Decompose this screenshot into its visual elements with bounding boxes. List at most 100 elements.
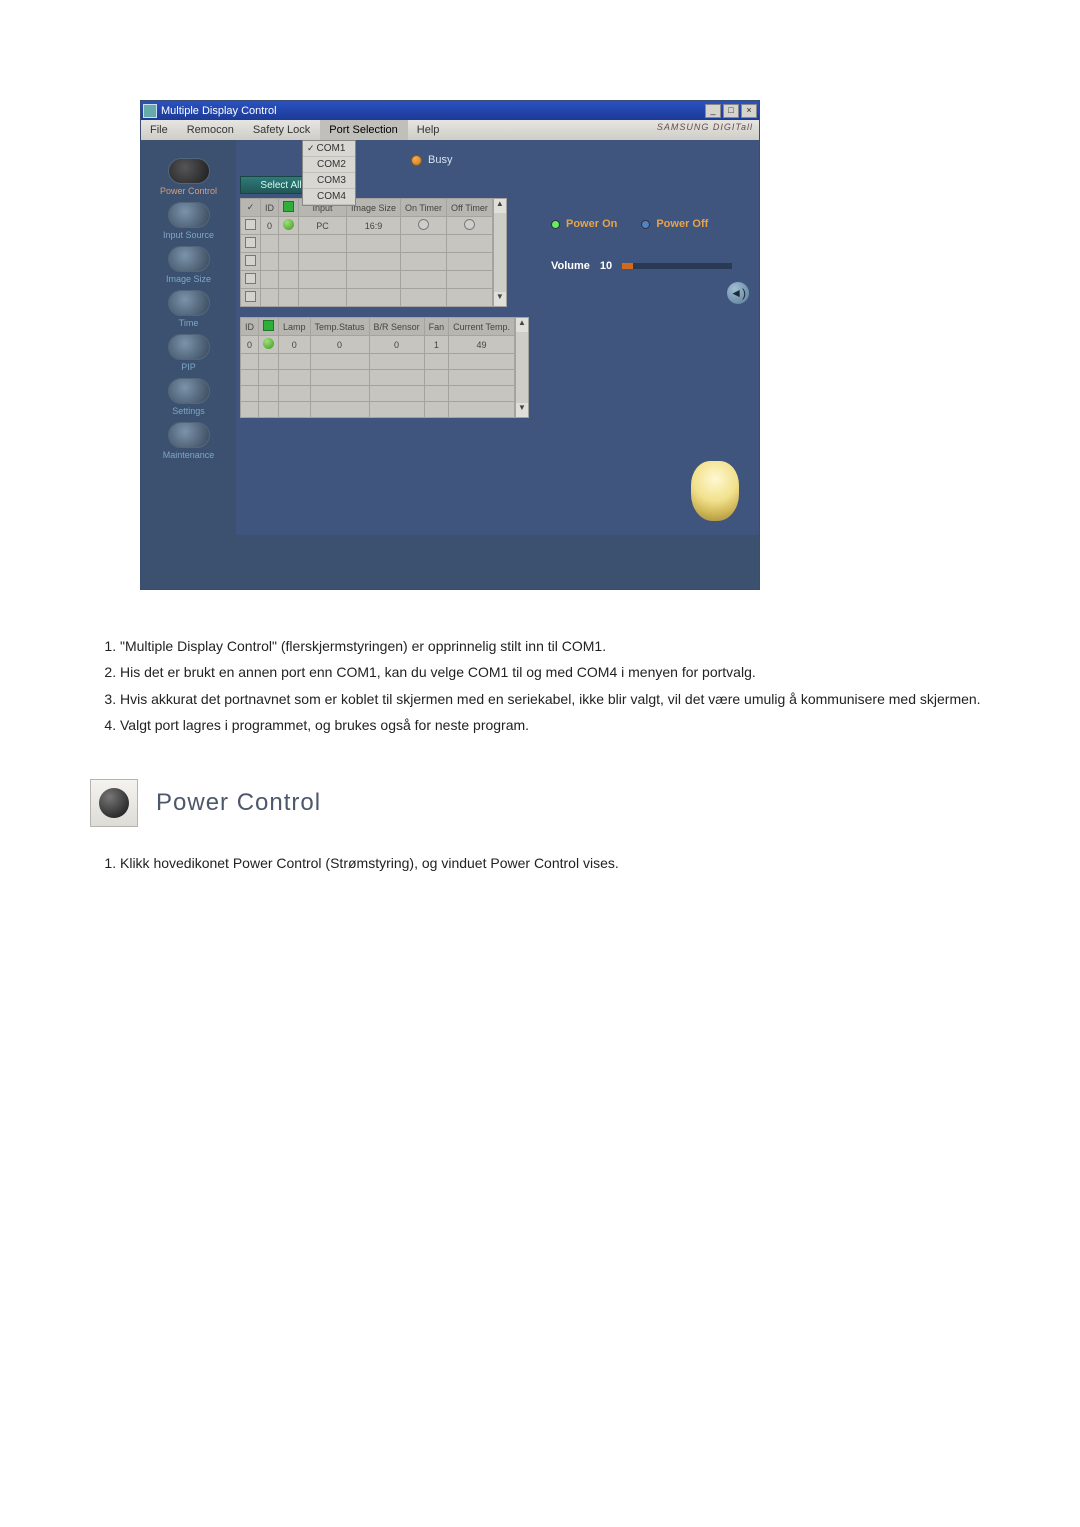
col-check: ✓: [241, 199, 261, 217]
col-power2: [259, 318, 279, 336]
minimize-button[interactable]: _: [705, 104, 721, 118]
power-header-icon: [283, 201, 294, 212]
window-title: Multiple Display Control: [161, 105, 277, 117]
cell-fan: 1: [424, 336, 449, 354]
menu-port-selection[interactable]: Port Selection: [320, 120, 407, 140]
power-header-icon: [263, 320, 274, 331]
speaker-icon[interactable]: ◄): [727, 282, 749, 304]
led-on-icon: [551, 220, 560, 229]
col-id: ID: [261, 199, 279, 217]
table-row[interactable]: [241, 370, 515, 386]
table-row[interactable]: [241, 271, 493, 289]
menu-safety-lock[interactable]: Safety Lock: [244, 120, 320, 140]
doc-body: "Multiple Display Control" (flerskjermst…: [90, 636, 990, 873]
power-buttons: Power On Power Off: [551, 218, 749, 230]
volume-slider-fill: [622, 263, 633, 269]
wrench-icon: [168, 422, 210, 448]
close-button[interactable]: ×: [741, 104, 757, 118]
sidebar-item-label: PIP: [181, 362, 196, 372]
port-option-com3[interactable]: COM3: [303, 173, 355, 189]
sidebar-item-label: Time: [179, 318, 199, 328]
scroll-up-button[interactable]: ▲: [516, 318, 528, 332]
grid2-scrollbar[interactable]: ▲ ▼: [515, 317, 529, 418]
table-row[interactable]: [241, 289, 493, 307]
offtimer-dot-icon: [464, 219, 475, 230]
grid1-scrollbar[interactable]: ▲ ▼: [493, 198, 507, 307]
col-br-sensor: B/R Sensor: [369, 318, 424, 336]
port-option-com1[interactable]: COM1: [303, 141, 355, 157]
volume-control: Volume 10: [551, 260, 749, 272]
table-row[interactable]: [241, 235, 493, 253]
sidebar-item-time[interactable]: Time: [141, 290, 236, 328]
table-row[interactable]: 0 PC 16:9: [241, 217, 493, 235]
volume-slider[interactable]: [622, 263, 732, 269]
ontimer-dot-icon: [418, 219, 429, 230]
cell-br: 0: [369, 336, 424, 354]
cell-id: 0: [261, 217, 279, 235]
input-source-icon: [168, 202, 210, 228]
port-notes-list: "Multiple Display Control" (flerskjermst…: [90, 636, 990, 735]
lamp-icon: [691, 461, 739, 521]
row-checkbox[interactable]: [245, 255, 256, 266]
list-item: Klikk hovedikonet Power Control (Strømst…: [120, 853, 990, 873]
sidebar-item-label: Maintenance: [163, 450, 215, 460]
scroll-down-button[interactable]: ▼: [494, 292, 506, 306]
row-checkbox[interactable]: [245, 237, 256, 248]
table-row[interactable]: 0 0 0 0 1 49: [241, 336, 515, 354]
row-checkbox[interactable]: [245, 291, 256, 302]
list-item: Valgt port lagres i programmet, og bruke…: [120, 715, 990, 735]
scroll-up-button[interactable]: ▲: [494, 199, 506, 213]
list-item: "Multiple Display Control" (flerskjermst…: [120, 636, 990, 656]
cell-curtemp: 49: [449, 336, 515, 354]
sidebar-item-label: Power Control: [160, 186, 217, 196]
menu-remocon[interactable]: Remocon: [178, 120, 244, 140]
menu-help[interactable]: Help: [408, 120, 450, 140]
mdc-window: Multiple Display Control _ □ × File Remo…: [140, 100, 760, 590]
sidebar-item-image-size[interactable]: Image Size: [141, 246, 236, 284]
list-item: Hvis akkurat det portnavnet som er koble…: [120, 689, 990, 709]
col-id2: ID: [241, 318, 259, 336]
sidebar: Power Control Input Source Image Size Ti…: [141, 140, 236, 535]
sidebar-item-input-source[interactable]: Input Source: [141, 202, 236, 240]
sidebar-item-settings[interactable]: Settings: [141, 378, 236, 416]
maximize-button[interactable]: □: [723, 104, 739, 118]
power-on-dot-icon: [263, 338, 274, 349]
section-title: Power Control: [156, 786, 321, 821]
power-control-list: Klikk hovedikonet Power Control (Strømst…: [90, 853, 990, 873]
table-row[interactable]: [241, 402, 515, 418]
row-checkbox[interactable]: [245, 273, 256, 284]
power-off-label: Power Off: [656, 218, 708, 230]
col-power: [279, 199, 299, 217]
app-icon: [143, 104, 157, 118]
sidebar-item-power-control[interactable]: Power Control: [141, 158, 236, 196]
port-option-com2[interactable]: COM2: [303, 157, 355, 173]
port-selection-dropdown: COM1 COM2 COM3 COM4: [302, 140, 356, 206]
power-off-button[interactable]: Power Off: [641, 218, 708, 230]
col-fan: Fan: [424, 318, 449, 336]
table-row[interactable]: [241, 354, 515, 370]
menu-file[interactable]: File: [141, 120, 178, 140]
col-lamp: Lamp: [279, 318, 311, 336]
sidebar-item-maintenance[interactable]: Maintenance: [141, 422, 236, 460]
table-row[interactable]: [241, 253, 493, 271]
sidebar-item-label: Image Size: [166, 274, 211, 284]
brand-label: SAMSUNG DIGITall: [657, 122, 753, 132]
col-on-timer: On Timer: [401, 199, 447, 217]
col-off-timer: Off Timer: [447, 199, 493, 217]
clock-icon: [168, 290, 210, 316]
power-icon: [168, 158, 210, 184]
sidebar-item-label: Settings: [172, 406, 205, 416]
titlebar: Multiple Display Control _ □ ×: [141, 101, 759, 120]
cell-image-size: 16:9: [347, 217, 401, 235]
scroll-down-button[interactable]: ▼: [516, 403, 528, 417]
menubar: File Remocon Safety Lock Port Selection …: [141, 120, 759, 140]
sidebar-item-label: Input Source: [163, 230, 214, 240]
power-on-button[interactable]: Power On: [551, 218, 617, 230]
table-row[interactable]: [241, 386, 515, 402]
port-option-com4[interactable]: COM4: [303, 189, 355, 205]
power-control-section-icon: [90, 779, 138, 827]
row-checkbox[interactable]: [245, 219, 256, 230]
display-grid: ✓ ID Input Image Size On Timer Off Timer…: [240, 198, 493, 307]
sidebar-item-pip[interactable]: PIP: [141, 334, 236, 372]
list-item: His det er brukt en annen port enn COM1,…: [120, 662, 990, 682]
